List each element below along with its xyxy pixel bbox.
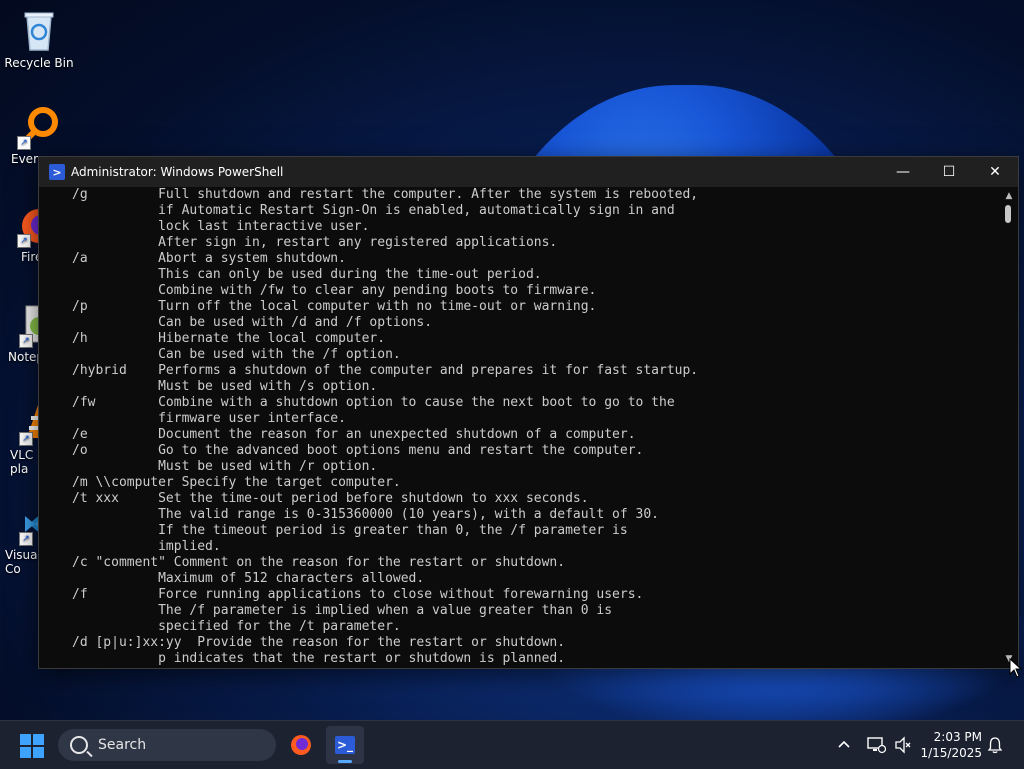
console-line: The valid range is 0-315360000 (10 years… (72, 507, 659, 522)
network-monitor-icon (867, 737, 886, 754)
console-output[interactable]: /g Full shutdown and restart the compute… (39, 187, 1000, 668)
shortcut-arrow-icon: ↗ (19, 532, 33, 546)
console-line: /c "comment" Comment on the reason for t… (72, 555, 566, 570)
powershell-icon: > (49, 164, 65, 180)
window-titlebar[interactable]: > Administrator: Windows PowerShell — ☐ … (39, 157, 1018, 187)
console-line: After sign in, restart any registered ap… (72, 235, 558, 250)
console-line: /fw Combine with a shutdown option to ca… (72, 395, 675, 410)
search-label: Search (98, 737, 147, 753)
taskbar-powershell[interactable]: >_ (326, 726, 364, 764)
console-line: /e Document the reason for an unexpected… (72, 427, 636, 442)
close-button[interactable]: ✕ (972, 157, 1018, 187)
shortcut-arrow-icon: ↗ (19, 432, 33, 446)
console-line: /m \\computer Specify the target compute… (72, 475, 401, 490)
clock-date: 1/15/2025 (920, 746, 982, 760)
console-line: /t xxx Set the time-out period before sh… (72, 491, 589, 506)
show-hidden-icons-button[interactable] (836, 721, 852, 769)
shortcut-arrow-icon: ↗ (17, 234, 31, 248)
console-line: Combine with /fw to clear any pending bo… (72, 283, 597, 298)
recycle-bin-icon (21, 8, 57, 52)
console-line: lock last interactive user. (72, 219, 370, 234)
windows-logo-icon (20, 734, 31, 745)
network-status-button[interactable] (866, 721, 886, 769)
scrollbar-thumb[interactable] (1005, 205, 1011, 223)
notifications-button[interactable] (986, 721, 1004, 769)
console-line: /g Full shutdown and restart the compute… (72, 187, 699, 202)
volume-button[interactable] (894, 721, 912, 769)
taskbar-search-box[interactable]: Search (58, 729, 276, 761)
search-icon (70, 736, 88, 754)
powershell-window[interactable]: > Administrator: Windows PowerShell — ☐ … (38, 156, 1019, 669)
mouse-cursor-icon (1009, 658, 1023, 678)
powershell-icon: >_ (335, 736, 355, 754)
console-line: Must be used with /s option. (72, 379, 378, 394)
clock-time: 2:03 PM (933, 730, 982, 744)
console-line: /d [p|u:]xx:yy Provide the reason for th… (72, 635, 566, 650)
console-line: firmware user interface. (72, 411, 346, 426)
console-line: implied. (72, 539, 221, 554)
console-line: /p Turn off the local computer with no t… (72, 299, 597, 314)
console-line: /f Force running applications to close w… (72, 587, 644, 602)
console-line: /h Hibernate the local computer. (72, 331, 386, 346)
desktop-icon-recycle-bin[interactable]: Recycle Bin (0, 8, 78, 70)
scroll-up-arrow-icon[interactable]: ▲ (1000, 189, 1018, 203)
everything-search-icon: ↗ (17, 104, 59, 150)
console-line: /a Abort a system shutdown. (72, 251, 346, 266)
console-line: if Automatic Restart Sign-On is enabled,… (72, 203, 675, 218)
vertical-scrollbar[interactable]: ▲ ▼ (1000, 187, 1018, 668)
start-button[interactable] (20, 734, 44, 758)
console-line: Can be used with /d and /f options. (72, 315, 433, 330)
shortcut-arrow-icon: ↗ (19, 334, 33, 348)
maximize-button[interactable]: ☐ (926, 157, 972, 187)
desktop-icon-label: Recycle Bin (4, 56, 74, 70)
chevron-up-icon (838, 740, 850, 748)
shortcut-arrow-icon: ↗ (17, 136, 31, 150)
active-indicator (338, 760, 352, 763)
minimize-button[interactable]: — (880, 157, 926, 187)
bell-icon (987, 737, 1003, 754)
volume-muted-icon (895, 736, 911, 754)
firefox-icon (291, 735, 311, 755)
taskbar: Search >_ 2:03 PM 1/15/2025 (0, 720, 1024, 769)
console-line: This can only be used during the time-ou… (72, 267, 542, 282)
console-line: Must be used with /r option. (72, 459, 378, 474)
console-line: The /f parameter is implied when a value… (72, 603, 613, 618)
console-line: p indicates that the restart or shutdown… (72, 651, 566, 666)
console-line: Can be used with the /f option. (72, 347, 401, 362)
taskbar-clock[interactable]: 2:03 PM 1/15/2025 (920, 729, 982, 761)
taskbar-firefox[interactable] (282, 726, 320, 764)
window-title: Administrator: Windows PowerShell (71, 165, 284, 179)
console-line: If the timeout period is greater than 0,… (72, 523, 628, 538)
console-line: Maximum of 512 characters allowed. (72, 571, 425, 586)
console-line: /o Go to the advanced boot options menu … (72, 443, 644, 458)
console-line: specified for the /t parameter. (72, 619, 401, 634)
console-line: /hybrid Performs a shutdown of the compu… (72, 363, 699, 378)
